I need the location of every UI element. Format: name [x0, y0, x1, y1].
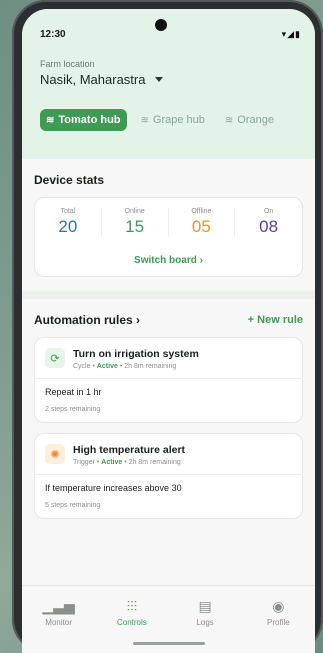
device-stats-section: Device stats Total 20 Online 15 Offline …: [22, 159, 315, 277]
rule-body: Repeat in 1 hr 2 steps remaining: [35, 379, 302, 422]
stat-label: On: [263, 208, 274, 215]
chevron-down-icon: [155, 77, 164, 82]
stat-label: Total: [60, 208, 76, 215]
rule-header: ✺ High temperature alert Trigger • Activ…: [35, 434, 302, 475]
stat-value: 05: [191, 217, 211, 236]
status-bar: 12:30 ▾◢▮: [40, 27, 315, 41]
tab-grape-hub[interactable]: ≋ Grape hub: [135, 109, 211, 131]
rule-meta: Trigger • Active • 2h 8m remaining: [73, 459, 181, 466]
rule-header: ⟳ Turn on irrigation system Cycle • Acti…: [35, 338, 302, 379]
hub-label: Orange: [237, 114, 274, 126]
rule-meta: Cycle • Active • 2h 8m remaining: [73, 363, 177, 370]
nav-label: Controls: [116, 618, 147, 627]
header: 12:30 ▾◢▮ Farm location Nasik, Maharastr…: [22, 9, 315, 159]
new-rule-button[interactable]: + New rule: [248, 314, 303, 326]
rule-status: Active: [101, 459, 123, 466]
rule-remaining: 2h 8m remaining: [124, 363, 177, 370]
phone-frame: 12:30 ▾◢▮ Farm location Nasik, Maharastr…: [12, 0, 323, 653]
tab-orange-hub[interactable]: ≋ Orange: [219, 109, 280, 131]
wifi-icon: ≋: [46, 114, 55, 126]
switch-board-link[interactable]: Switch board ›: [35, 255, 302, 266]
farm-location-selector[interactable]: Nasik, Maharastra: [40, 72, 315, 87]
sun-icon: ✺: [45, 444, 65, 464]
rule-card-irrigation[interactable]: ⟳ Turn on irrigation system Cycle • Acti…: [34, 337, 303, 423]
chart-icon: ▁▃▅: [42, 598, 75, 614]
rule-steps: 5 steps remaining: [45, 502, 101, 509]
bottom-nav: ▁▃▅ Monitor ⫶⫶⫶ Controls ▤ Logs ◉ Profil…: [22, 585, 315, 653]
rule-type: Trigger: [73, 459, 95, 466]
nav-profile[interactable]: ◉ Profile: [242, 598, 315, 653]
rule-type: Cycle: [73, 363, 91, 370]
wifi-icon: ≋: [224, 114, 234, 126]
rule-body: If temperature increases above 30 5 step…: [35, 475, 302, 518]
nav-label: Profile: [267, 618, 290, 627]
stat-online: Online 15: [102, 208, 169, 237]
device-stats-title: Device stats: [34, 173, 105, 187]
stat-total: Total 20: [35, 208, 102, 237]
camera-cutout: [155, 19, 167, 31]
rule-status: Active: [96, 363, 118, 370]
app-screen: 12:30 ▾◢▮ Farm location Nasik, Maharastr…: [22, 9, 315, 653]
stat-label: Offline: [191, 208, 212, 215]
profile-icon: ◉: [272, 598, 285, 614]
automation-header: Automation rules › + New rule: [34, 313, 303, 327]
rule-condition: If temperature increases above 30: [45, 483, 182, 493]
wifi-icon: ≋: [140, 114, 149, 126]
stat-offline: Offline 05: [169, 208, 236, 237]
stat-value: 15: [125, 217, 145, 236]
rule-card-temperature[interactable]: ✺ High temperature alert Trigger • Activ…: [34, 433, 303, 519]
rule-title: Turn on irrigation system: [73, 348, 199, 360]
section-divider: [22, 291, 315, 299]
device-stats-card: Total 20 Online 15 Offline 05 On 08 Swit…: [34, 197, 303, 277]
automation-section: Automation rules › + New rule ⟳ Turn on …: [22, 299, 315, 519]
home-indicator[interactable]: [132, 642, 205, 645]
nav-monitor[interactable]: ▁▃▅ Monitor: [22, 598, 95, 653]
automation-rules-link[interactable]: Automation rules ›: [34, 313, 140, 327]
hub-label: Tomato hub: [58, 114, 121, 126]
stat-on: On 08: [235, 208, 302, 237]
hub-tabs: ≋ Tomato hub ≋ Grape hub ≋ Orange: [40, 109, 315, 131]
farm-location-name: Nasik, Maharastra: [40, 72, 146, 87]
tab-tomato-hub[interactable]: ≋ Tomato hub: [40, 109, 127, 131]
rule-remaining: 2h 8m remaining: [128, 459, 181, 466]
rule-steps: 2 steps remaining: [45, 406, 101, 413]
hub-label: Grape hub: [152, 114, 205, 126]
rule-condition: Repeat in 1 hr: [45, 387, 102, 397]
nav-label: Logs: [196, 618, 214, 627]
farm-location-label: Farm location: [40, 59, 95, 69]
stats-row: Total 20 Online 15 Offline 05 On 08: [35, 208, 302, 237]
signal-battery-icon: ▾◢▮: [281, 28, 301, 39]
sliders-icon: ⫶⫶⫶: [126, 598, 138, 614]
status-time: 12:30: [40, 28, 66, 40]
stat-value: 20: [58, 217, 78, 236]
stat-label: Online: [124, 208, 145, 215]
stat-value: 08: [259, 217, 279, 236]
nav-label: Monitor: [45, 618, 72, 627]
logs-icon: ▤: [198, 598, 212, 614]
cycle-icon: ⟳: [45, 348, 65, 368]
rule-title: High temperature alert: [73, 444, 186, 456]
